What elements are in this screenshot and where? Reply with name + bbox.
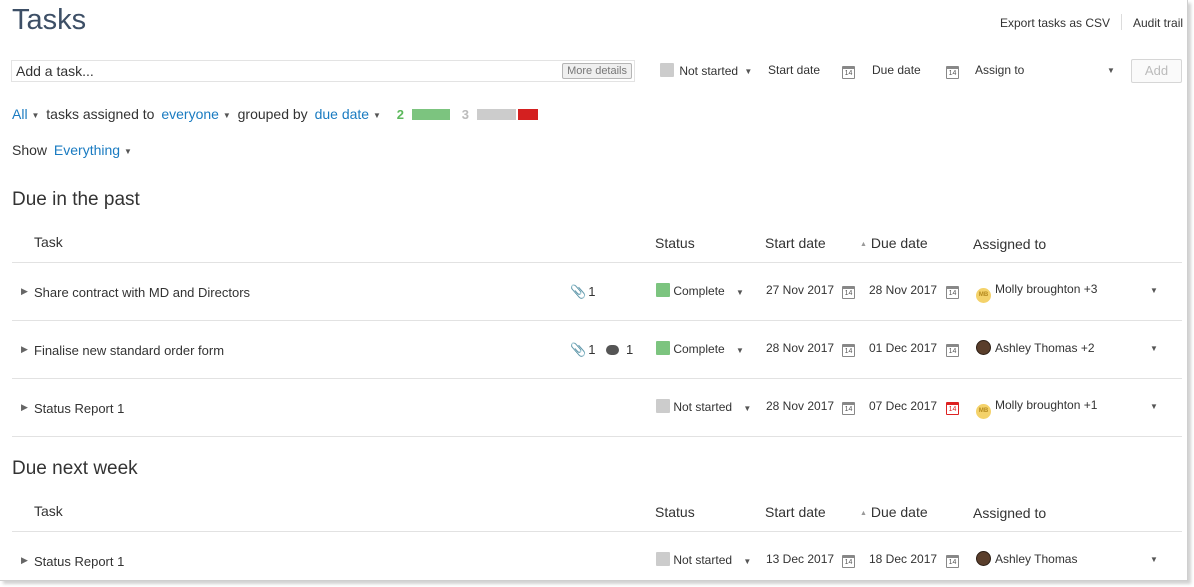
column-header-assigned-to[interactable]: Assigned to [973, 236, 1046, 252]
filter-text-grouped: grouped by [237, 106, 308, 122]
overdue-calendar-icon[interactable]: 14 [946, 399, 959, 415]
task-assignee[interactable]: MB Molly broughton +3 [976, 282, 1097, 303]
add-task-button[interactable]: Add [1131, 59, 1182, 83]
complete-progress-bar [411, 109, 450, 120]
page-title: Tasks [12, 4, 87, 36]
filter-all-dropdown[interactable]: All ▼ [12, 106, 39, 122]
avatar: MB [976, 404, 991, 419]
calendar-icon[interactable]: 14 [946, 552, 959, 568]
task-start-date[interactable]: 27 Nov 2017 [766, 283, 834, 297]
task-due-date[interactable]: 07 Dec 2017 [869, 399, 937, 413]
task-status-select[interactable]: Complete ▼ [656, 341, 744, 356]
avatar [976, 551, 991, 566]
calendar-icon[interactable]: 14 [842, 399, 855, 415]
section-title: Due in the past [12, 189, 140, 210]
calendar-icon[interactable]: 14 [946, 283, 959, 299]
new-task-status-select[interactable]: Not started ▼ [660, 63, 752, 78]
task-start-date[interactable]: 28 Nov 2017 [766, 399, 834, 413]
row-menu-chevron-icon[interactable]: ▼ [1150, 555, 1158, 564]
new-task-due-date[interactable]: Due date [872, 63, 921, 77]
row-menu-chevron-icon[interactable]: ▼ [1150, 344, 1158, 353]
add-task-input[interactable] [12, 61, 532, 81]
status-swatch [656, 341, 670, 355]
row-menu-chevron-icon[interactable]: ▼ [1150, 286, 1158, 295]
task-due-date[interactable]: 18 Dec 2017 [869, 552, 937, 566]
column-header-status[interactable]: Status [655, 504, 695, 520]
expand-triangle-icon[interactable]: ▶ [21, 286, 28, 297]
status-swatch [656, 283, 670, 297]
chevron-down-icon: ▼ [744, 67, 753, 76]
column-header-start-date[interactable]: Start date [765, 235, 826, 251]
column-header-status[interactable]: Status [655, 235, 695, 251]
count-complete-label: 2 [396, 107, 405, 122]
new-task-start-date[interactable]: Start date [768, 63, 820, 77]
paperclip-icon: 📎 [570, 284, 587, 299]
audit-trail-link[interactable]: Audit trail [1133, 16, 1183, 30]
avatar [976, 340, 991, 355]
new-task-assign-to[interactable]: Assign to [975, 63, 1024, 77]
expand-triangle-icon[interactable]: ▶ [21, 344, 28, 355]
task-start-date[interactable]: 13 Dec 2017 [766, 552, 834, 566]
column-header-due-date[interactable]: ▲ Due date [860, 235, 928, 251]
task-assignee[interactable]: Ashley Thomas [976, 551, 1077, 566]
show-dropdown[interactable]: Everything ▼ [54, 142, 132, 158]
overdue-progress-bar [517, 109, 538, 120]
task-assignee[interactable]: MB Molly broughton +1 [976, 398, 1097, 419]
new-task-status-value: Not started [679, 64, 739, 78]
count-other-label: 3 [461, 107, 470, 122]
task-status-select[interactable]: Not started ▼ [656, 552, 751, 567]
attachment-count[interactable]: 📎 1 [570, 342, 595, 358]
column-header-start-date[interactable]: Start date [765, 504, 826, 520]
not-started-progress-bar [476, 109, 516, 120]
avatar: MB [976, 288, 991, 303]
task-status-select[interactable]: Not started ▼ [656, 399, 751, 414]
column-header-assigned-to[interactable]: Assigned to [973, 505, 1046, 521]
task-start-date[interactable]: 28 Nov 2017 [766, 341, 834, 355]
calendar-icon[interactable]: 14 [842, 283, 855, 299]
status-swatch [656, 399, 670, 413]
more-details-button[interactable]: More details [562, 63, 632, 79]
show-filter: Show Everything ▼ [12, 142, 132, 158]
expand-triangle-icon[interactable]: ▶ [21, 555, 28, 566]
calendar-icon[interactable]: 14 [842, 341, 855, 357]
calendar-icon[interactable]: 14 [946, 341, 959, 357]
assign-to-chevron-down-icon[interactable]: ▼ [1107, 66, 1115, 75]
filter-group-by-dropdown[interactable]: due date ▼ [315, 106, 381, 122]
status-swatch [656, 552, 670, 566]
task-filter-bar: All ▼ tasks assigned to everyone ▼ group… [12, 106, 538, 122]
filter-assignee-dropdown[interactable]: everyone ▼ [161, 106, 230, 122]
sort-asc-icon: ▲ [860, 241, 867, 248]
column-header-due-date[interactable]: ▲ Due date [860, 504, 928, 520]
task-name[interactable]: Status Report 1 [34, 554, 124, 569]
task-due-date[interactable]: 28 Nov 2017 [869, 283, 937, 297]
expand-triangle-icon[interactable]: ▶ [21, 402, 28, 413]
column-header-task[interactable]: Task [34, 234, 63, 250]
add-task-field: More details [11, 60, 635, 82]
export-csv-link[interactable]: Export tasks as CSV [1000, 16, 1110, 30]
task-name[interactable]: Status Report 1 [34, 401, 124, 416]
task-assignee[interactable]: Ashley Thomas +2 [976, 340, 1095, 355]
row-menu-chevron-icon[interactable]: ▼ [1150, 402, 1158, 411]
status-swatch [660, 63, 674, 77]
task-name[interactable]: Finalise new standard order form [34, 343, 224, 358]
comment-count[interactable]: 1 [606, 342, 633, 357]
tasks-window: Tasks Export tasks as CSV Audit trail Mo… [0, 0, 1188, 581]
start-date-calendar-icon[interactable]: 14 [842, 63, 855, 79]
due-date-calendar-icon[interactable]: 14 [946, 63, 959, 79]
task-name[interactable]: Share contract with MD and Directors [34, 285, 250, 300]
task-due-date[interactable]: 01 Dec 2017 [869, 341, 937, 355]
section-title: Due next week [12, 458, 138, 479]
comment-icon [606, 345, 619, 355]
paperclip-icon: 📎 [570, 342, 587, 357]
sort-asc-icon: ▲ [860, 510, 867, 517]
show-label: Show [12, 142, 48, 158]
column-header-task[interactable]: Task [34, 503, 63, 519]
calendar-icon[interactable]: 14 [842, 552, 855, 568]
attachment-count[interactable]: 📎 1 [570, 284, 595, 300]
task-status-select[interactable]: Complete ▼ [656, 283, 744, 298]
header-divider [1121, 14, 1122, 30]
filter-text-assigned: tasks assigned to [46, 106, 155, 122]
